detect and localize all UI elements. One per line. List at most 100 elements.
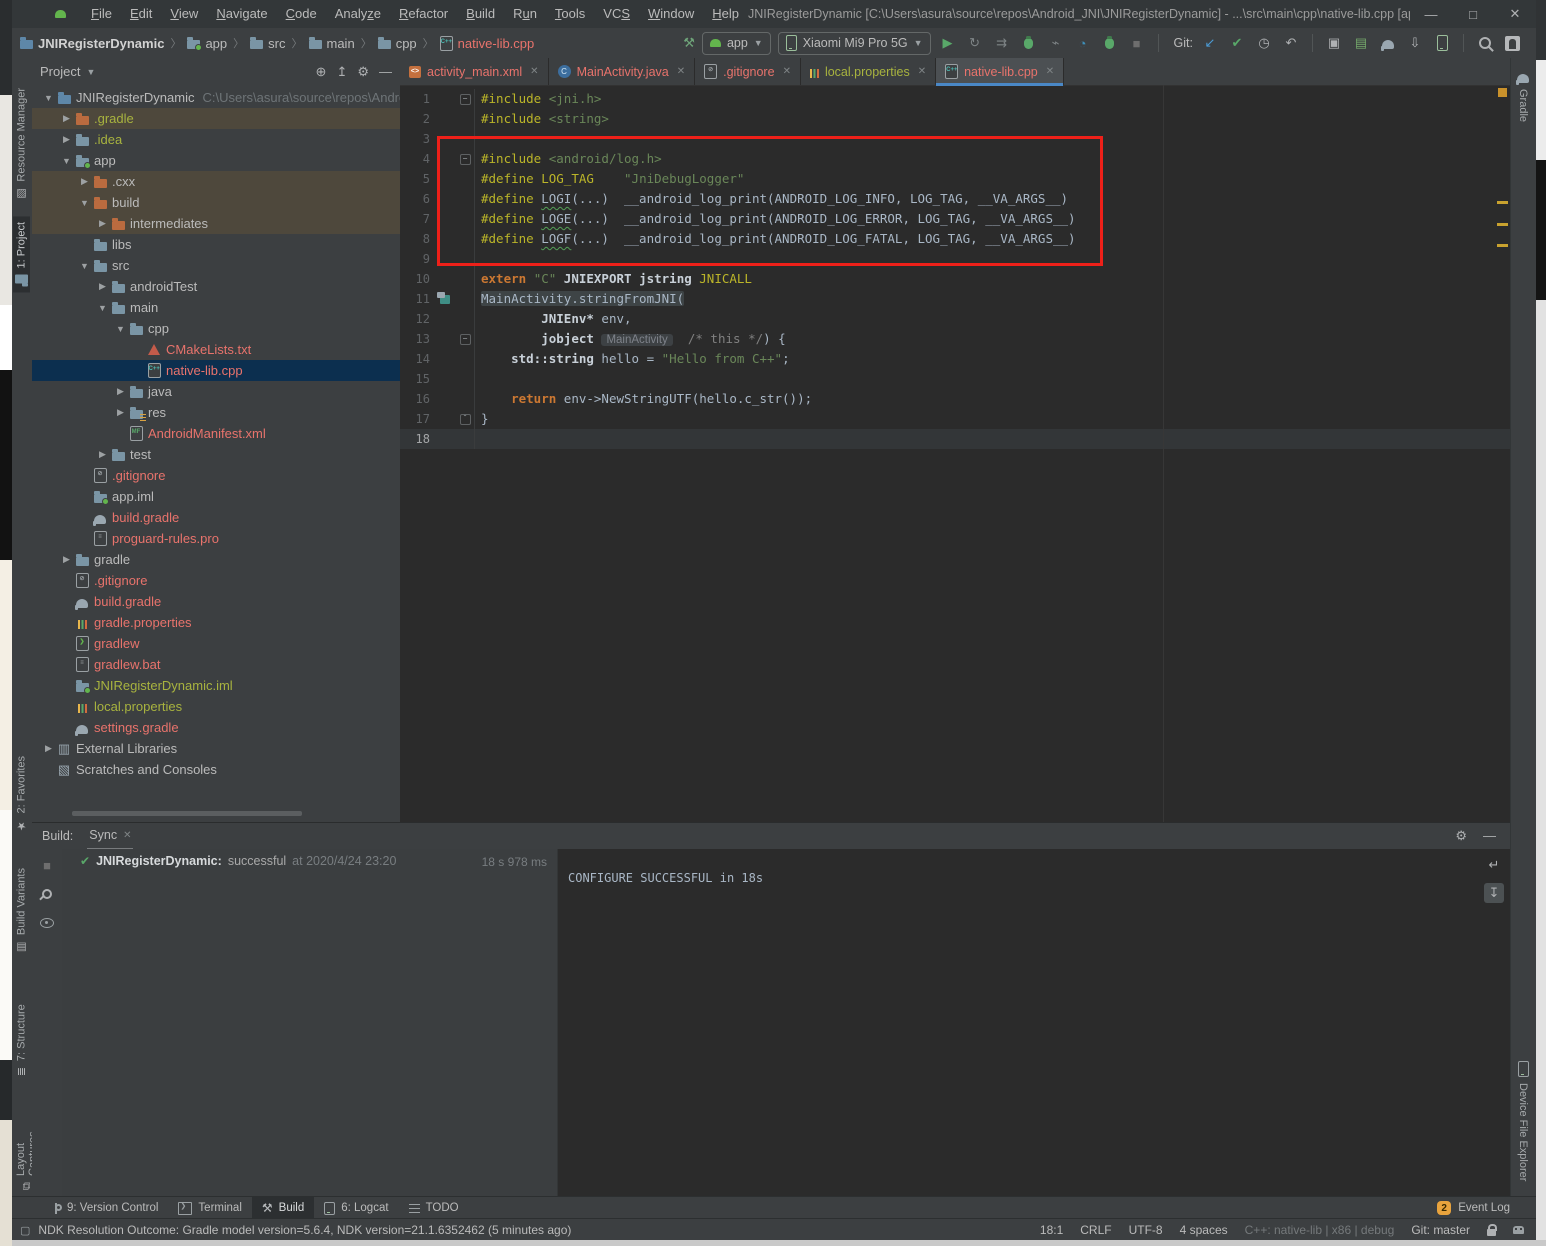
stripe-item-2--favorites[interactable]: ★2: Favorites bbox=[13, 750, 30, 838]
tree-item-native-lib-cpp[interactable]: C++native-lib.cpp bbox=[32, 360, 400, 381]
tree-item-src[interactable]: ▼src bbox=[32, 255, 400, 276]
warning-stripe-mark[interactable] bbox=[1497, 201, 1508, 204]
build-console[interactable]: CONFIGURE SUCCESSFUL in 18s ↵↧ bbox=[557, 849, 1510, 1197]
pin-icon[interactable] bbox=[42, 886, 52, 904]
chevron-collapsed-icon[interactable]: ▶ bbox=[114, 386, 127, 397]
hide-panel-icon[interactable]: — bbox=[1483, 828, 1496, 844]
rollback-icon[interactable]: ↶ bbox=[1281, 33, 1301, 53]
make-icon[interactable]: ⚒ bbox=[683, 35, 695, 51]
tree-item-proguard-rules-pro[interactable]: ≡proguard-rules.pro bbox=[32, 528, 400, 549]
git-branch-indicator[interactable]: Git: master bbox=[1411, 1223, 1470, 1237]
chevron-expanded-icon[interactable]: ▼ bbox=[78, 198, 91, 208]
chevron-collapsed-icon[interactable]: ▶ bbox=[96, 218, 109, 229]
chevron-collapsed-icon[interactable]: ▶ bbox=[78, 176, 91, 187]
tab-activity-main-xml[interactable]: <>activity_main.xml✕ bbox=[400, 58, 549, 85]
chevron-down-icon[interactable]: ▼ bbox=[86, 67, 95, 77]
tree-item--gitignore[interactable]: ⊘.gitignore bbox=[32, 465, 400, 486]
robot-icon[interactable] bbox=[1513, 1226, 1524, 1234]
menu-item-view[interactable]: View bbox=[161, 0, 207, 28]
toolwindow-button-build[interactable]: ⚒Build bbox=[252, 1197, 314, 1219]
tree-item-settings-gradle[interactable]: settings.gradle bbox=[32, 717, 400, 738]
code-editor[interactable]: 1−#include <jni.h>2#include <string>34−#… bbox=[400, 85, 1510, 822]
tree-item--idea[interactable]: ▶.idea bbox=[32, 129, 400, 150]
java-mapping-icon[interactable] bbox=[440, 295, 450, 304]
menu-item-code[interactable]: Code bbox=[277, 0, 326, 28]
menu-item-analyze[interactable]: Analyze bbox=[326, 0, 390, 28]
error-stripe[interactable] bbox=[1496, 85, 1510, 822]
user-icon[interactable] bbox=[1502, 33, 1522, 53]
fold-marker-icon[interactable]: − bbox=[460, 154, 471, 165]
tree-item-gradle[interactable]: ▶gradle bbox=[32, 549, 400, 570]
fold-marker-icon[interactable]: − bbox=[460, 94, 471, 105]
warning-stripe-mark[interactable] bbox=[1497, 223, 1508, 226]
fold-end-icon[interactable]: ˘ bbox=[460, 414, 471, 425]
lock-icon[interactable] bbox=[1487, 1229, 1496, 1236]
tree-item-app-iml[interactable]: app.iml bbox=[32, 486, 400, 507]
minimize-button[interactable]: — bbox=[1410, 0, 1452, 28]
tree-item-gradlew[interactable]: ❯gradlew bbox=[32, 633, 400, 654]
stripe-item-device-file-explorer[interactable]: Device File Explorer bbox=[1515, 1055, 1531, 1187]
run-icon[interactable]: ▶ bbox=[938, 33, 958, 53]
apply-code-changes-icon[interactable]: ⇉ bbox=[992, 33, 1012, 53]
chevron-collapsed-icon[interactable]: ▶ bbox=[96, 449, 109, 460]
device-selector-combo[interactable]: Xiaomi Mi9 Pro 5G▼ bbox=[778, 32, 931, 55]
close-icon[interactable]: ✕ bbox=[783, 66, 791, 77]
scroll-to-end-icon[interactable]: ↧ bbox=[1484, 883, 1504, 903]
tree-item--gitignore[interactable]: ⊘.gitignore bbox=[32, 570, 400, 591]
tree-item-test[interactable]: ▶test bbox=[32, 444, 400, 465]
event-log-button[interactable]: 2Event Log bbox=[1437, 1201, 1536, 1215]
tree-item-gradlew-bat[interactable]: ≡gradlew.bat bbox=[32, 654, 400, 675]
stripe-item-gradle[interactable]: Gradle bbox=[1515, 65, 1531, 128]
breadcrumb-item-native-lib-cpp[interactable]: C++native-lib.cpp bbox=[440, 36, 535, 51]
tree-item-app[interactable]: ▼app bbox=[32, 150, 400, 171]
close-icon[interactable]: ✕ bbox=[530, 66, 538, 77]
chevron-collapsed-icon[interactable]: ▶ bbox=[96, 281, 109, 292]
tab-mainactivity-java[interactable]: CMainActivity.java✕ bbox=[549, 58, 696, 85]
locate-icon[interactable]: ⊕ bbox=[316, 64, 327, 80]
caret-position[interactable]: 18:1 bbox=[1040, 1223, 1063, 1237]
project-view-selector[interactable]: Project bbox=[40, 64, 80, 79]
fold-marker-icon[interactable]: − bbox=[460, 334, 471, 345]
avd-manager-icon[interactable]: ▤ bbox=[1351, 33, 1371, 53]
menu-item-run[interactable]: Run bbox=[504, 0, 546, 28]
tree-item-gradle-properties[interactable]: gradle.properties bbox=[32, 612, 400, 633]
tab--gitignore[interactable]: ⊘.gitignore✕ bbox=[695, 58, 801, 85]
gradle-sync-icon[interactable] bbox=[1378, 33, 1398, 53]
close-icon[interactable]: ✕ bbox=[918, 66, 926, 77]
tree-item-jniregisterdynamic-iml[interactable]: JNIRegisterDynamic.iml bbox=[32, 675, 400, 696]
toolwindow-button-todo[interactable]: TODO bbox=[399, 1197, 469, 1219]
menu-item-help[interactable]: Help bbox=[703, 0, 748, 28]
tab-local-properties[interactable]: local.properties✕ bbox=[801, 58, 936, 85]
menu-item-window[interactable]: Window bbox=[639, 0, 703, 28]
collapse-all-icon[interactable]: ↥ bbox=[336, 64, 347, 80]
settings-icon[interactable]: ⚙ bbox=[1455, 828, 1467, 844]
chevron-expanded-icon[interactable]: ▼ bbox=[114, 324, 127, 334]
menu-item-tools[interactable]: Tools bbox=[546, 0, 594, 28]
toolwindow-button-9--version-control[interactable]: 9: Version Control bbox=[42, 1197, 168, 1219]
commit-icon[interactable]: ✔ bbox=[1227, 33, 1247, 53]
tree-item-libs[interactable]: libs bbox=[32, 234, 400, 255]
chevron-collapsed-icon[interactable]: ▶ bbox=[60, 113, 73, 124]
menu-item-vcs[interactable]: VCS bbox=[594, 0, 639, 28]
toolwindow-button-terminal[interactable]: Terminal bbox=[168, 1197, 251, 1219]
toolwindow-toggle-icon[interactable]: ▢ bbox=[20, 1224, 30, 1237]
build-tab-sync[interactable]: Sync ✕ bbox=[87, 822, 133, 850]
tree-item-local-properties[interactable]: local.properties bbox=[32, 696, 400, 717]
close-icon[interactable]: ✕ bbox=[677, 66, 685, 77]
chevron-collapsed-icon[interactable]: ▶ bbox=[42, 743, 55, 754]
stripe-item-resource-manager[interactable]: ▨Resource Manager bbox=[13, 82, 30, 207]
tree-item-cmakelists-txt[interactable]: CMakeLists.txt bbox=[32, 339, 400, 360]
menu-item-build[interactable]: Build bbox=[457, 0, 504, 28]
toolwindow-button-6--logcat[interactable]: 6: Logcat bbox=[314, 1197, 398, 1219]
tree-item-androidmanifest-xml[interactable]: MFAndroidManifest.xml bbox=[32, 423, 400, 444]
chevron-expanded-icon[interactable]: ▼ bbox=[96, 303, 109, 313]
attach-profiler-icon[interactable]: ⌁ bbox=[1046, 33, 1066, 53]
stripe-item-7--structure[interactable]: ≣7: Structure bbox=[13, 998, 30, 1082]
chevron-collapsed-icon[interactable]: ▶ bbox=[114, 407, 127, 418]
tree-item-external-libraries[interactable]: ▶▥External Libraries bbox=[32, 738, 400, 759]
indent-indicator[interactable]: 4 spaces bbox=[1180, 1223, 1228, 1237]
horizontal-scrollbar[interactable] bbox=[72, 811, 302, 816]
tab-native-lib-cpp[interactable]: C++native-lib.cpp✕ bbox=[936, 58, 1064, 85]
encoding-indicator[interactable]: UTF-8 bbox=[1129, 1223, 1163, 1237]
profile-icon[interactable]: ◔ bbox=[1073, 33, 1093, 53]
